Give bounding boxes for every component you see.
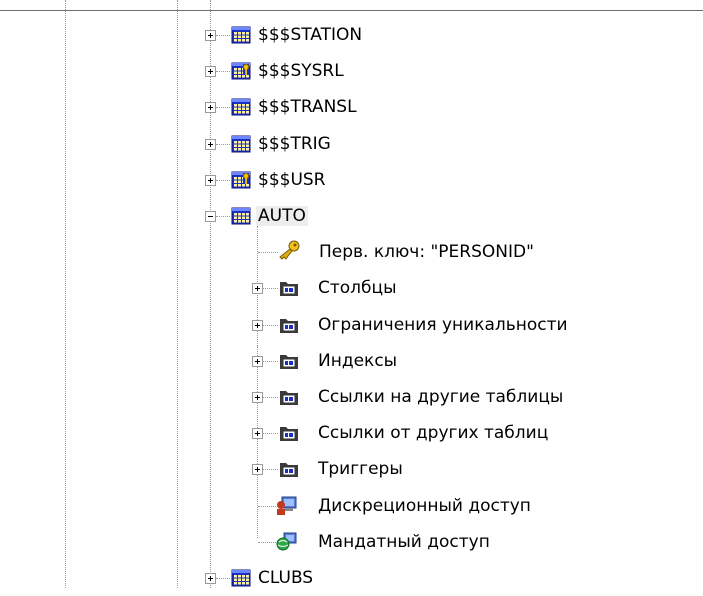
table-icon bbox=[231, 207, 251, 225]
tree-node-label: $$$STATION bbox=[258, 25, 363, 45]
expand-toggle-icon[interactable] bbox=[252, 356, 263, 367]
tree-node-child[interactable]: Перв. ключ: "PERSONID" bbox=[0, 234, 703, 270]
tree-node-table[interactable]: CLUBS bbox=[0, 560, 703, 596]
tree-node-label: $$$TRANSL bbox=[258, 97, 357, 117]
expand-toggle-icon[interactable] bbox=[205, 66, 216, 77]
tree-node-child[interactable]: Ограничения уникальности bbox=[0, 307, 703, 343]
tree-node-label: CLUBS bbox=[258, 568, 314, 588]
folder-icon bbox=[279, 279, 299, 297]
tree-node-table[interactable]: $$$TRANSL bbox=[0, 89, 703, 125]
tree-connector bbox=[258, 542, 276, 543]
tree-connector bbox=[263, 397, 278, 398]
tree-connector bbox=[258, 252, 278, 253]
tree-node-table[interactable]: $$$SYSRL bbox=[0, 53, 703, 89]
tree-connector bbox=[216, 35, 230, 36]
tree-node-label: Триггеры bbox=[318, 459, 403, 479]
collapse-toggle-icon[interactable] bbox=[205, 211, 216, 222]
discretionary-access-icon bbox=[275, 496, 299, 516]
tree-connector bbox=[263, 288, 278, 289]
tree-connector bbox=[216, 71, 230, 72]
tree-node-child[interactable]: Дискреционный доступ bbox=[0, 488, 703, 524]
expand-toggle-icon[interactable] bbox=[252, 392, 263, 403]
tree-node-child[interactable]: Столбцы bbox=[0, 270, 703, 306]
tree-connector bbox=[216, 180, 230, 181]
tree-node-label: $$$SYSRL bbox=[258, 61, 344, 81]
tree-connector bbox=[263, 433, 278, 434]
expand-toggle-icon[interactable] bbox=[252, 283, 263, 294]
key-icon bbox=[277, 240, 301, 260]
tree-node-label: Ссылки на другие таблицы bbox=[318, 387, 564, 407]
tree-connector bbox=[216, 144, 230, 145]
mandatory-access-icon bbox=[275, 532, 299, 552]
tree-connector bbox=[263, 325, 278, 326]
system-table-icon bbox=[231, 62, 251, 80]
tree-node-label: $$$USR bbox=[258, 170, 326, 190]
tree-node-child[interactable]: Ссылки на другие таблицы bbox=[0, 379, 703, 415]
tree-node-child[interactable]: Ссылки от других таблиц bbox=[0, 415, 703, 451]
tree-node-table[interactable]: $$$STATION bbox=[0, 17, 703, 53]
folder-icon bbox=[279, 460, 299, 478]
folder-icon bbox=[279, 352, 299, 370]
tree-node-label: Мандатный доступ bbox=[318, 532, 490, 552]
expand-toggle-icon[interactable] bbox=[205, 102, 216, 113]
folder-icon bbox=[279, 388, 299, 406]
tree-node-label: AUTO bbox=[256, 206, 308, 226]
header-divider bbox=[0, 10, 703, 11]
tree-node-label: Дискреционный доступ bbox=[318, 496, 531, 516]
tree-node-label: Ограничения уникальности bbox=[318, 315, 568, 335]
tree-node-label: $$$TRIG bbox=[258, 134, 331, 154]
system-table-icon bbox=[231, 171, 251, 189]
expand-toggle-icon[interactable] bbox=[205, 30, 216, 41]
table-icon bbox=[231, 135, 251, 153]
tree-node-child[interactable]: Триггеры bbox=[0, 451, 703, 487]
expand-toggle-icon[interactable] bbox=[252, 464, 263, 475]
expand-toggle-icon[interactable] bbox=[205, 573, 216, 584]
tree-node-label: Перв. ключ: "PERSONID" bbox=[319, 242, 534, 262]
tree-node-child[interactable]: Мандатный доступ bbox=[0, 524, 703, 560]
expand-toggle-icon[interactable] bbox=[205, 139, 216, 150]
tree-node-label: Индексы bbox=[318, 351, 398, 371]
folder-icon bbox=[279, 316, 299, 334]
tree-connector bbox=[263, 469, 278, 470]
tree-connector bbox=[216, 107, 230, 108]
tree-node-child[interactable]: Индексы bbox=[0, 343, 703, 379]
table-icon bbox=[231, 26, 251, 44]
tree-connector bbox=[258, 506, 276, 507]
tree-node-table[interactable]: $$$TRIG bbox=[0, 126, 703, 162]
tree-node-label: Столбцы bbox=[318, 278, 397, 298]
tree-node-table[interactable]: $$$USR bbox=[0, 162, 703, 198]
tree-connector bbox=[263, 361, 278, 362]
tree-node-label: Ссылки от других таблиц bbox=[318, 423, 549, 443]
expand-toggle-icon[interactable] bbox=[205, 175, 216, 186]
folder-icon bbox=[279, 424, 299, 442]
tree-node-table[interactable]: AUTO bbox=[0, 198, 703, 234]
tree-connector bbox=[216, 216, 230, 217]
table-icon bbox=[231, 98, 251, 116]
table-icon bbox=[231, 569, 251, 587]
tree-connector bbox=[216, 578, 230, 579]
expand-toggle-icon[interactable] bbox=[252, 320, 263, 331]
expand-toggle-icon[interactable] bbox=[252, 428, 263, 439]
